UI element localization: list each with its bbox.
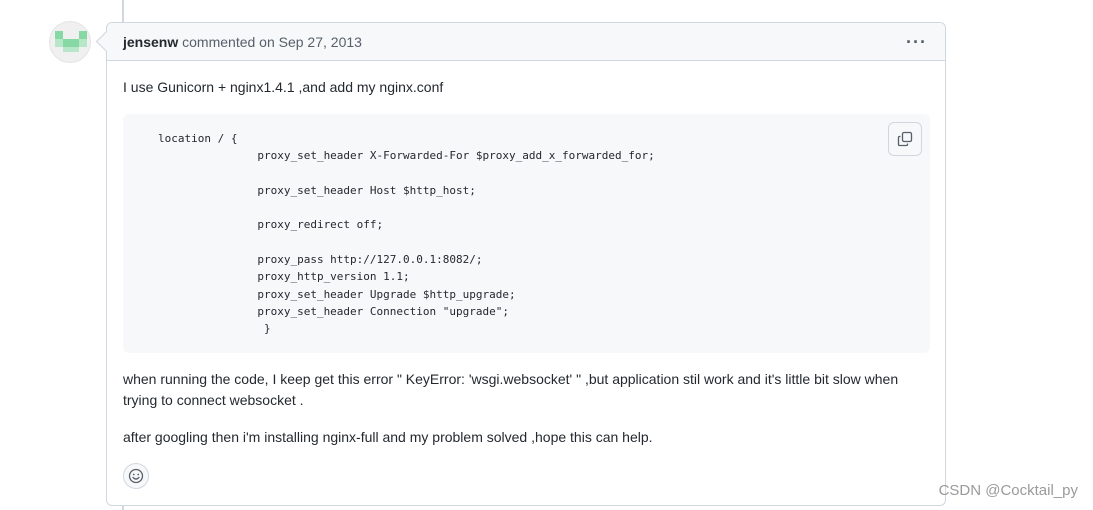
watermark: CSDN @Cocktail_py [938,482,1078,499]
identicon-icon [55,31,87,52]
comment-paragraph-3: after googling then i'm installing nginx… [123,429,653,445]
copy-button[interactable] [888,122,922,156]
comment-box: jensenw commented on Sep 27, 2013 ··· I … [106,22,946,506]
comment-header: jensenw commented on Sep 27, 2013 ··· [107,23,945,61]
comment-paragraph-2: when running the code, I keep get this e… [123,371,899,408]
smiley-icon [128,468,144,484]
author-link[interactable]: jensenw [123,34,178,50]
add-reaction-button[interactable] [123,463,149,489]
code-content: location / { proxy_set_header X-Forwarde… [158,132,655,336]
kebab-horizontal-icon[interactable]: ··· [906,23,927,61]
copy-icon [897,131,913,147]
avatar[interactable] [49,21,91,63]
code-block: location / { proxy_set_header X-Forwarde… [123,114,930,353]
comment-paragraph-1: I use Gunicorn + nginx1.4.1 ,and add my … [123,79,444,95]
comment-meta: commented on Sep 27, 2013 [178,34,362,50]
